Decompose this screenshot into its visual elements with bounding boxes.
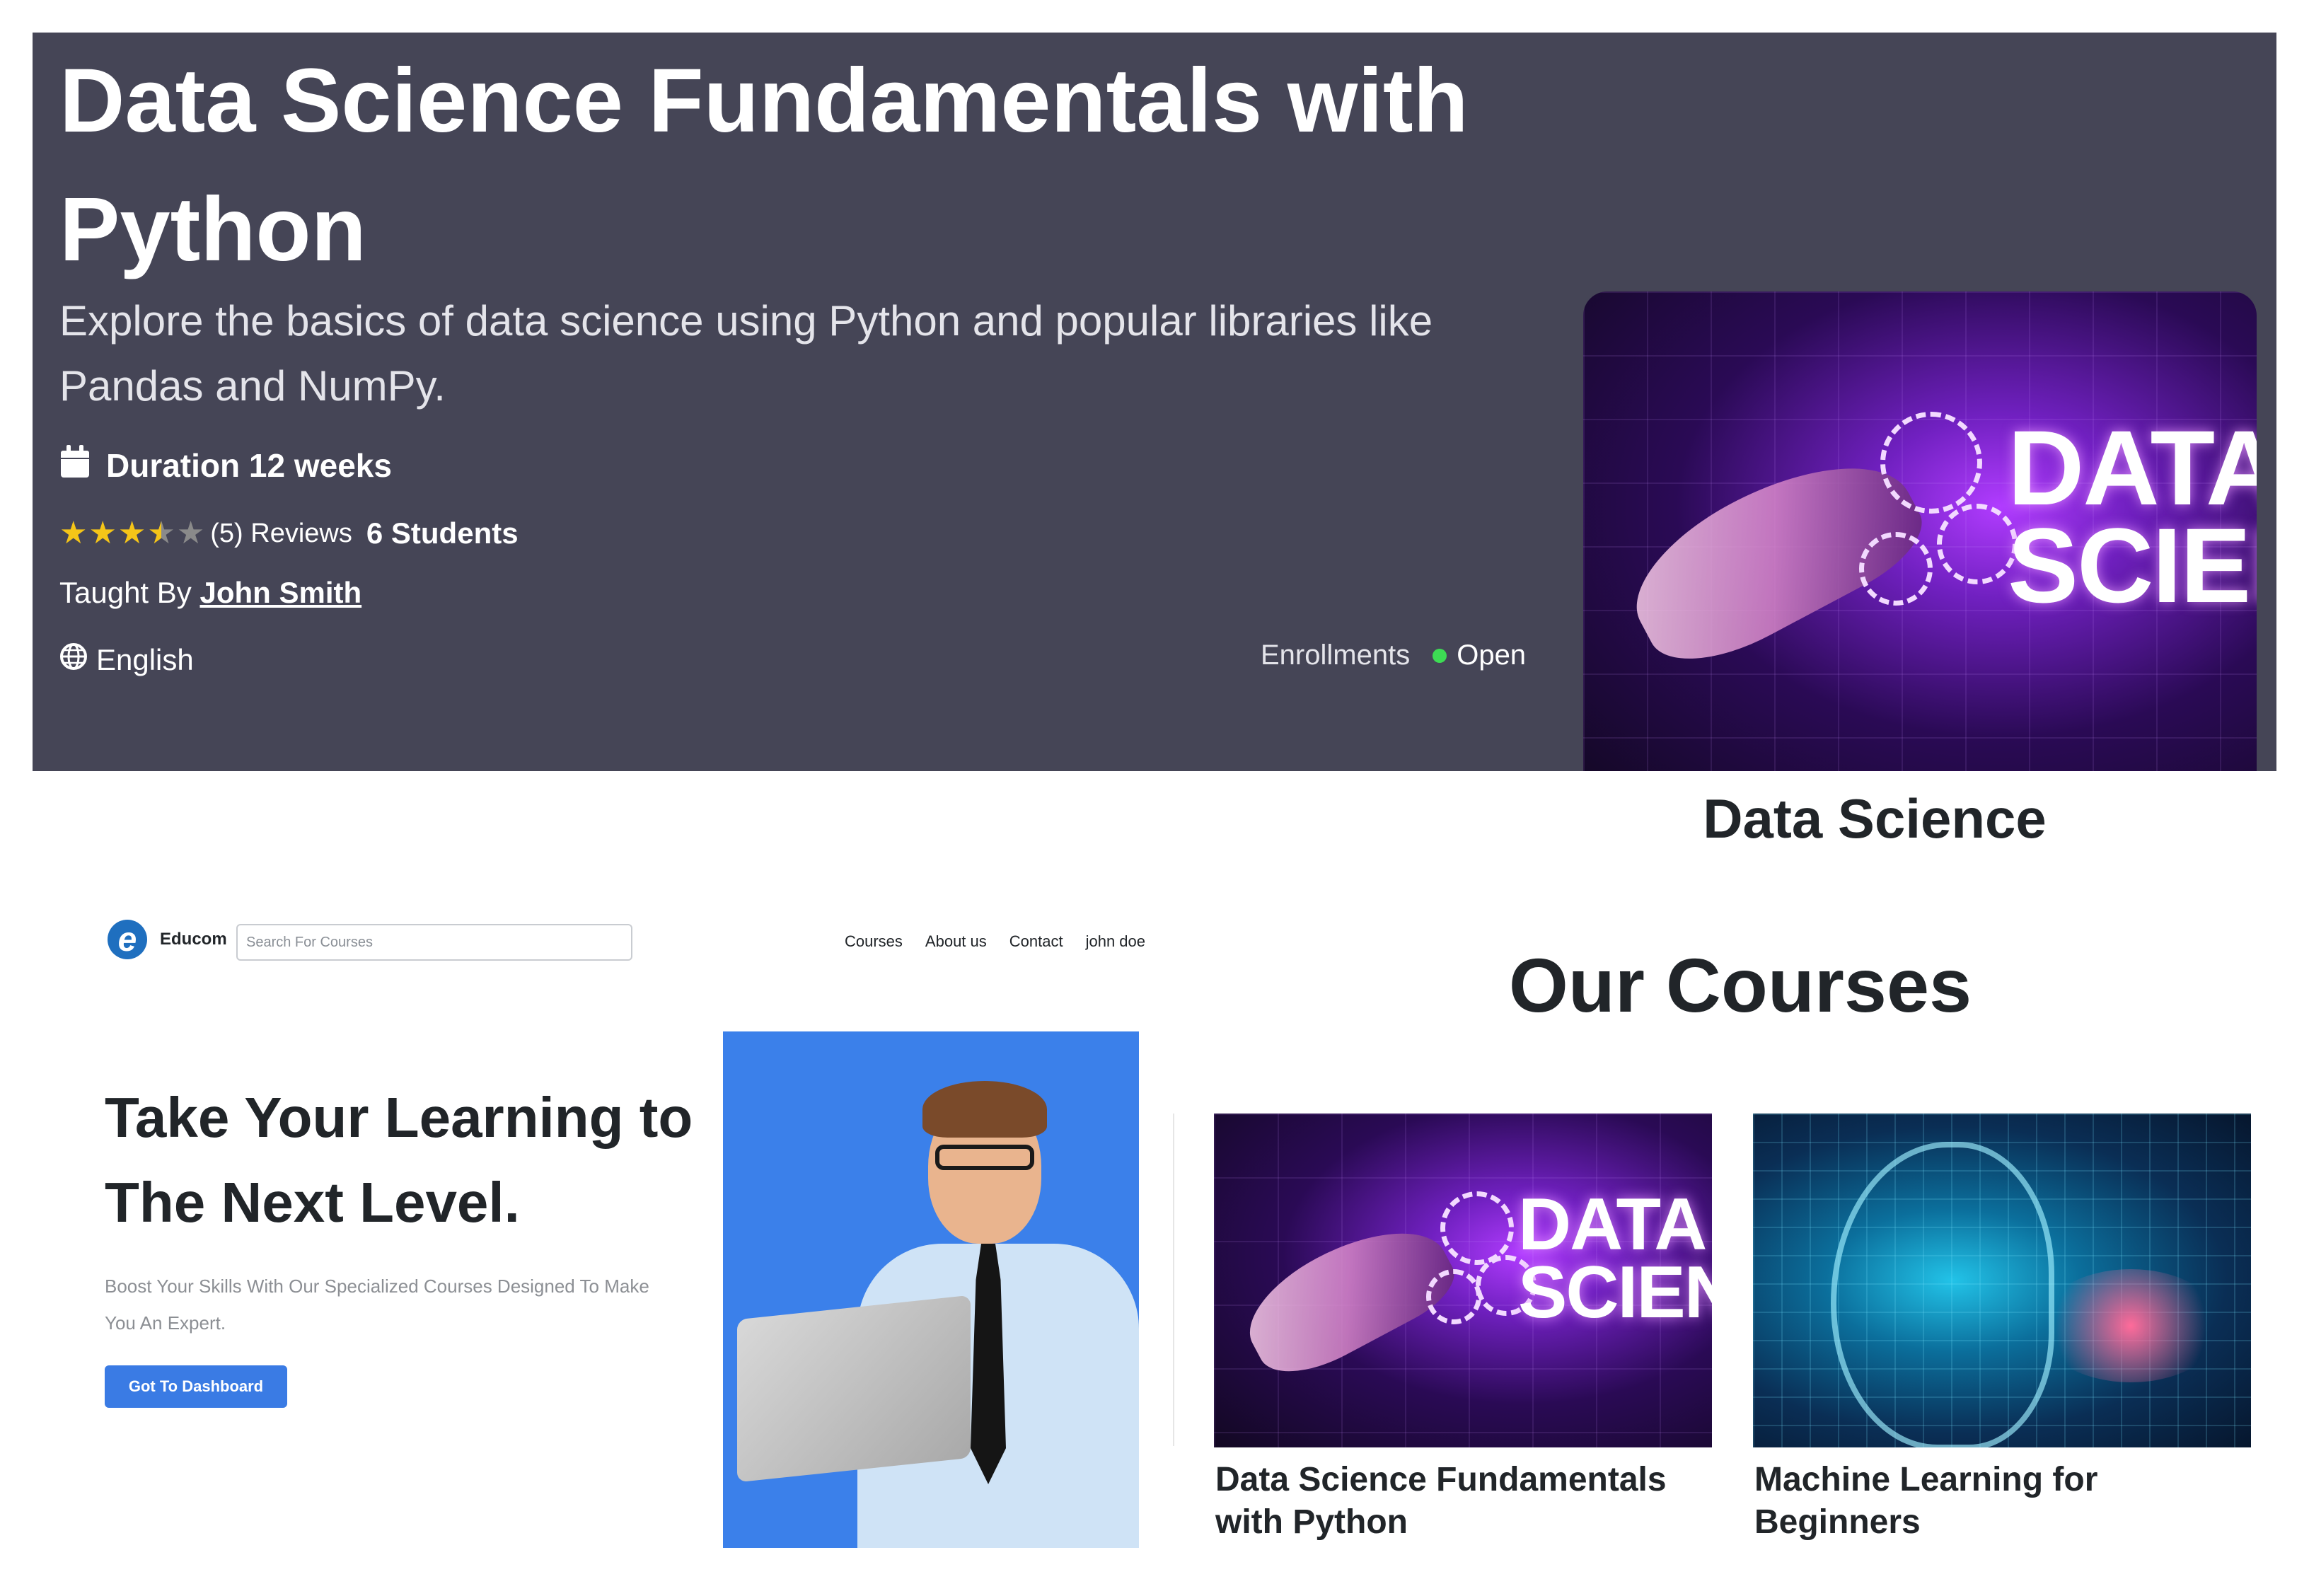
enrollment-status-value: Open — [1457, 640, 1527, 671]
dashboard-button[interactable]: Got To Dashboard — [105, 1365, 287, 1408]
globe-icon — [59, 642, 88, 678]
enrollment-status: Enrollments Open — [1261, 640, 1526, 671]
main-nav: Courses About us Contact john doe — [845, 932, 1145, 951]
nav-courses[interactable]: Courses — [845, 932, 903, 951]
star-icon: ★ — [117, 516, 146, 550]
course-card-image — [1753, 1114, 2251, 1447]
courses-heading: Our Courses — [1508, 942, 1972, 1028]
star-icon: ★ — [59, 516, 88, 550]
course-card-data-science[interactable]: DATA SCIENC Data Science Fundamentals wi… — [1214, 1114, 1712, 1544]
logo-icon: e — [108, 920, 147, 959]
duration-label: Duration 12 weeks — [106, 447, 392, 484]
hero-heading: Take Your Learning to The Next Level. — [105, 1086, 693, 1234]
students-count: 6 Students — [366, 516, 519, 550]
course-category: Data Science — [1703, 787, 2047, 850]
search-input[interactable] — [236, 924, 632, 961]
language-row: English — [59, 642, 194, 678]
calendar-icon — [59, 444, 91, 487]
course-card-image: DATA SCIENC — [1214, 1114, 1712, 1447]
star-icon: ★ — [176, 516, 205, 550]
star-icon: ★ — [88, 516, 117, 550]
rating-stars: ★ ★ ★ ★ ★ — [59, 518, 204, 549]
duration-row: Duration 12 weeks — [59, 437, 392, 494]
course-hero-image: DATA SCIENC — [1583, 291, 2257, 771]
course-card-machine-learning[interactable]: Machine Learning for Beginners — [1753, 1114, 2251, 1544]
rating-row: ★ ★ ★ ★ ★ (5) Reviews 6 Students — [59, 505, 519, 562]
status-dot-icon — [1433, 648, 1447, 663]
educom-logo[interactable]: e Educom — [108, 920, 227, 959]
course-description: Explore the basics of data science using… — [59, 297, 1433, 410]
star-icon: ★ — [147, 516, 175, 550]
hero-subtext: Boost Your Skills With Our Specialized C… — [105, 1276, 649, 1334]
course-card-title[interactable]: Machine Learning for Beginners — [1754, 1459, 2251, 1544]
taught-by-label: Taught By — [59, 576, 192, 609]
nav-contact[interactable]: Contact — [1009, 932, 1063, 951]
section-divider — [1173, 1114, 1174, 1446]
reviews-count[interactable]: (5) Reviews — [210, 519, 352, 549]
hero-promo-image — [723, 1031, 1139, 1548]
logo-text: Educom — [160, 930, 227, 949]
taught-by-row: Taught By John Smith — [59, 576, 361, 610]
course-card-title[interactable]: Data Science Fundamentals with Python — [1215, 1459, 1712, 1544]
course-banner: Data Science Fundamentals with Python Ex… — [33, 33, 2276, 771]
language-label: English — [96, 643, 194, 676]
instructor-link[interactable]: John Smith — [199, 576, 361, 609]
card-image-text: DATA SCIENC — [1518, 1184, 1712, 1334]
nav-about-us[interactable]: About us — [925, 932, 987, 951]
enrollments-label: Enrollments — [1261, 640, 1411, 671]
hero-image-text: DATA SCIENC — [2008, 408, 2257, 625]
nav-user[interactable]: john doe — [1086, 932, 1145, 951]
course-title: Data Science Fundamentals with Python — [59, 50, 1469, 280]
